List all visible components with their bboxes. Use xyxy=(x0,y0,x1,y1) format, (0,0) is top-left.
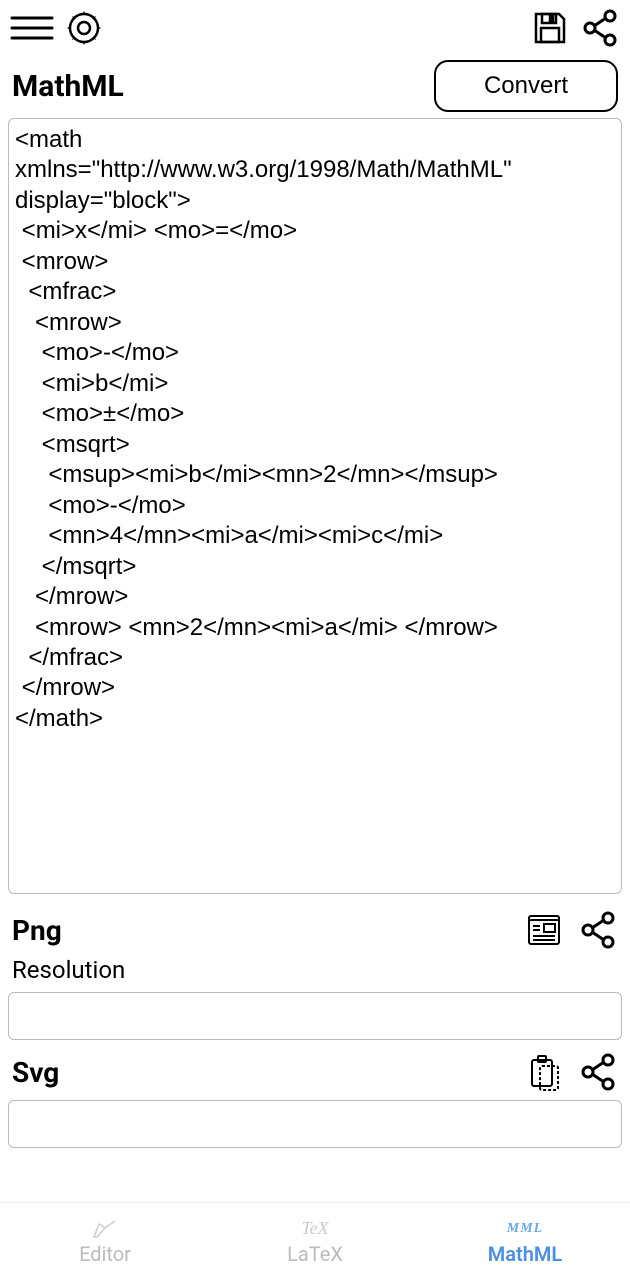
png-title: Png xyxy=(12,914,62,947)
png-section: Png xyxy=(0,898,630,984)
image-preview-icon[interactable] xyxy=(524,910,564,950)
tex-icon: TeX xyxy=(301,1218,328,1240)
tab-mathml-label: MathML xyxy=(488,1242,562,1266)
share-icon[interactable] xyxy=(578,1052,618,1092)
share-icon[interactable] xyxy=(578,910,618,950)
pen-icon xyxy=(91,1218,119,1240)
tab-latex-label: LaTeX xyxy=(287,1242,343,1266)
svg-input[interactable] xyxy=(8,1100,622,1148)
tab-latex[interactable]: TeX LaTeX xyxy=(210,1203,420,1280)
resolution-label: Resolution xyxy=(12,956,618,984)
bottom-nav: Editor TeX LaTeX MML MathML xyxy=(0,1202,630,1280)
convert-button[interactable]: Convert xyxy=(434,60,618,112)
svg-title: Svg xyxy=(12,1056,59,1089)
tab-editor[interactable]: Editor xyxy=(0,1203,210,1280)
topbar-right xyxy=(530,8,620,48)
mathml-code-input[interactable] xyxy=(8,118,622,894)
svg-header: Svg xyxy=(12,1052,618,1092)
tab-mathml[interactable]: MML MathML xyxy=(420,1203,630,1280)
share-icon[interactable] xyxy=(580,8,620,48)
resolution-input[interactable] xyxy=(8,992,622,1040)
menu-icon[interactable] xyxy=(10,14,54,42)
svg-actions xyxy=(524,1052,618,1092)
mathml-header: MathML Convert xyxy=(0,52,630,118)
tab-editor-label: Editor xyxy=(79,1242,131,1266)
topbar xyxy=(0,0,630,52)
save-icon[interactable] xyxy=(530,8,570,48)
mathml-title: MathML xyxy=(12,69,124,104)
mml-icon: MML xyxy=(507,1218,543,1240)
png-header: Png xyxy=(12,910,618,950)
gear-icon[interactable] xyxy=(64,8,104,48)
clipboard-icon[interactable] xyxy=(524,1052,564,1092)
png-actions xyxy=(524,910,618,950)
topbar-left xyxy=(10,8,104,48)
svg-section: Svg xyxy=(0,1040,630,1092)
